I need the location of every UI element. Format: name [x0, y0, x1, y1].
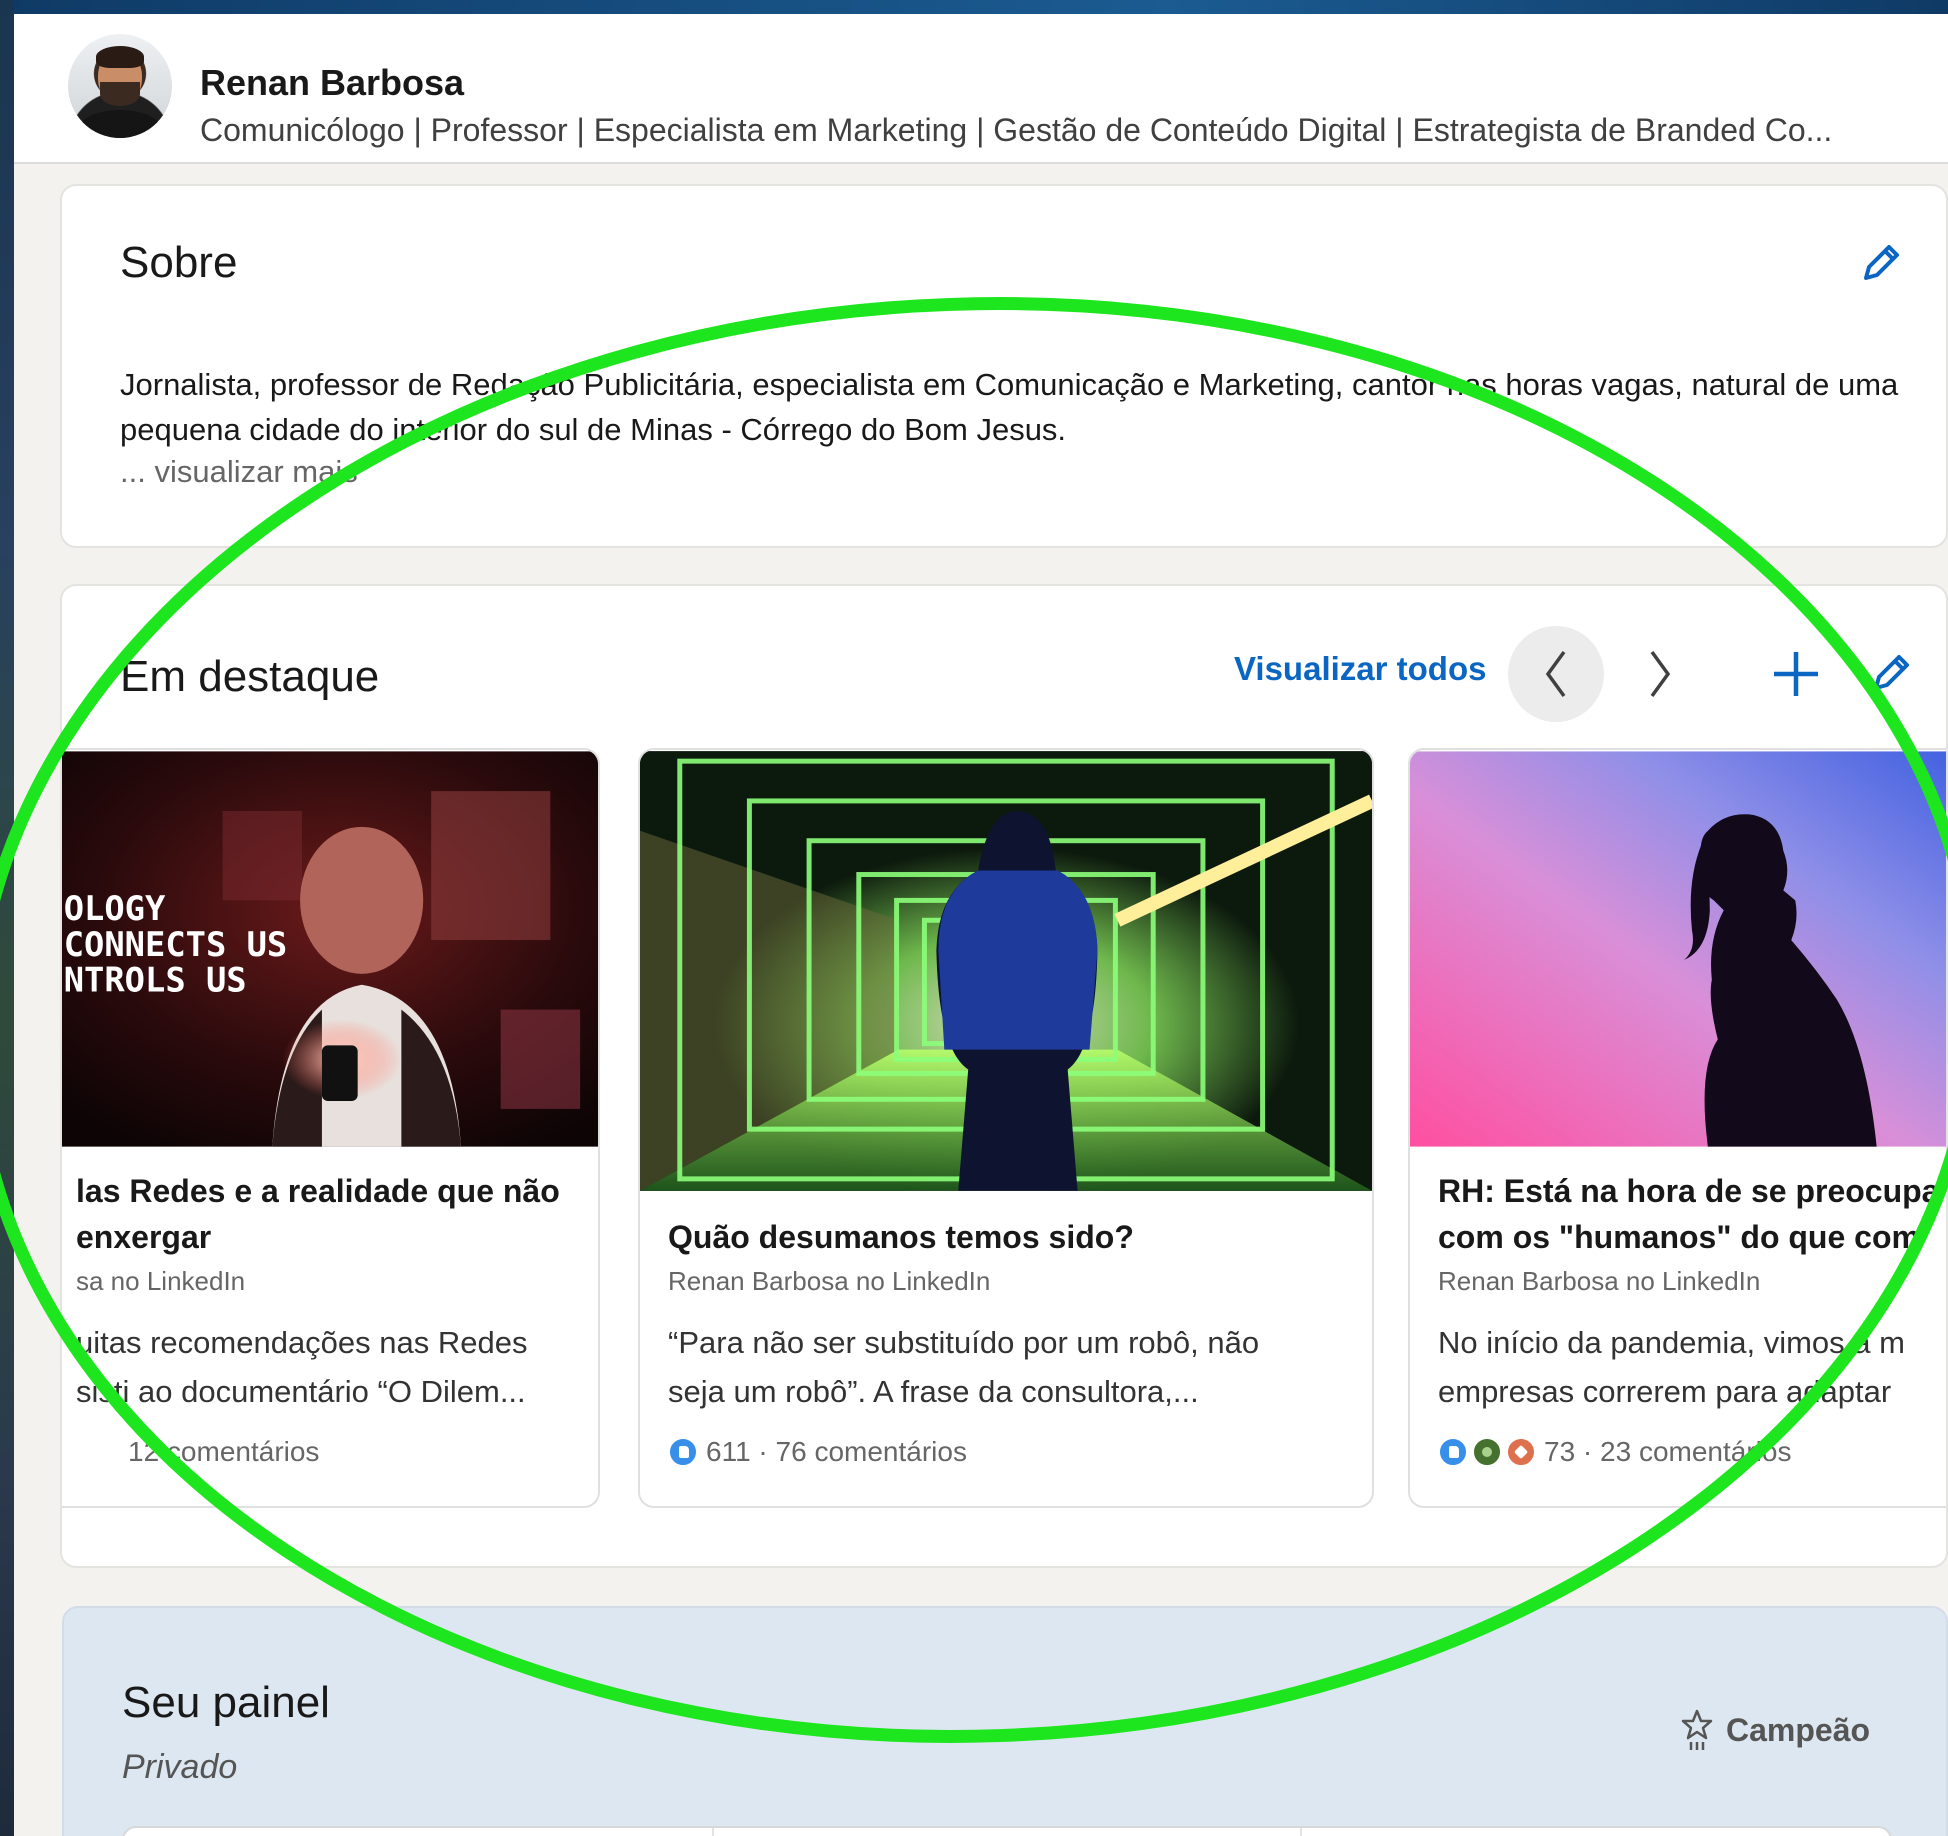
featured-item-stats[interactable]: 12 comentários	[128, 1436, 319, 1468]
dashboard-section: Seu painel Privado Campeão	[62, 1606, 1948, 1836]
carousel-prev-button[interactable]	[1508, 626, 1604, 722]
add-featured-button[interactable]	[1764, 642, 1828, 706]
thumb-text-3: NTROLS US	[64, 961, 247, 1000]
chevron-right-icon	[1650, 650, 1671, 698]
about-section: Sobre Jornalista, professor de Redação P…	[60, 184, 1948, 548]
featured-item-title: Quão desumanos temos sido?	[668, 1219, 1134, 1255]
thumb-text-1: OLOGY	[64, 889, 166, 928]
featured-item-description: seja um robô”. A frase da consultora,...	[668, 1374, 1199, 1409]
plus-icon	[1774, 652, 1818, 696]
featured-item-source: Renan Barbosa no LinkedIn	[668, 1266, 991, 1296]
thumb-text-2: CONNECTS US	[64, 925, 288, 964]
featured-item[interactable]: RH: Está na hora de se preocupa com os "…	[1408, 748, 1946, 1508]
featured-section: Em destaque Visualizar todos OLOGY CONNE…	[60, 584, 1948, 1568]
love-reaction-icon	[1506, 1437, 1536, 1467]
featured-item-stats[interactable]: 73 · 23 comentários	[1438, 1436, 1791, 1468]
featured-item-description: sisti ao documentário “O Dilem...	[76, 1374, 526, 1409]
edit-featured-button[interactable]	[1858, 642, 1922, 706]
featured-item-source: Renan Barbosa no LinkedIn	[1438, 1266, 1761, 1296]
featured-thumbnail: OLOGY CONNECTS US NTROLS US	[62, 751, 598, 1147]
featured-item[interactable]: Quão desumanos temos sido? Renan Barbosa…	[638, 748, 1374, 1508]
reaction-and-comment-count: 611 · 76 comentários	[706, 1436, 967, 1467]
pencil-icon	[1874, 655, 1909, 690]
featured-item-description: empresas correrem para adaptar	[1438, 1374, 1892, 1409]
window-left-edge	[0, 0, 14, 1836]
dashboard-title: Seu painel	[122, 1678, 330, 1727]
featured-item-title: com os "humanos" do que com	[1438, 1219, 1920, 1255]
featured-item-source: sa no LinkedIn	[76, 1266, 246, 1296]
like-reaction-icon	[1438, 1437, 1468, 1467]
featured-item-title: las Redes e a realidade que não	[76, 1173, 560, 1209]
about-title: Sobre	[120, 238, 238, 287]
dashboard-level-badge: Campeão	[1680, 1708, 1870, 1752]
featured-item-description: “Para não ser substituído por um robô, n…	[668, 1325, 1260, 1360]
carousel-next-button[interactable]	[1612, 626, 1708, 722]
featured-item-stats[interactable]: 611 · 76 comentários	[668, 1436, 967, 1468]
dashboard-stats-panel	[122, 1826, 1892, 1836]
featured-item-description: No início da pandemia, vimos a m	[1438, 1325, 1905, 1360]
featured-thumbnail	[640, 751, 1372, 1191]
see-more-link[interactable]: ... visualizar mais	[120, 454, 358, 490]
profile-headline: Comunicólogo | Professor | Especialista …	[200, 112, 1833, 148]
comment-count: 12 comentários	[128, 1436, 320, 1467]
avatar[interactable]	[68, 34, 172, 138]
chevron-left-icon	[1545, 650, 1566, 698]
featured-thumbnail	[1410, 751, 1946, 1147]
featured-item-title: RH: Está na hora de se preocupa	[1438, 1173, 1940, 1209]
star-icon	[1681, 1709, 1713, 1750]
view-all-link[interactable]: Visualizar todos	[1234, 650, 1486, 688]
edit-about-button[interactable]	[1848, 232, 1912, 296]
dashboard-level-label: Campeão	[1726, 1711, 1871, 1748]
featured-item-description: uitas recomendações nas Redes	[76, 1325, 528, 1360]
profile-name[interactable]: Renan Barbosa	[200, 62, 464, 104]
like-reaction-icon	[668, 1437, 698, 1467]
window-top-edge	[0, 0, 1948, 14]
featured-title: Em destaque	[120, 652, 380, 701]
featured-item-title: enxergar	[76, 1219, 212, 1255]
reaction-and-comment-count: 73 · 23 comentários	[1544, 1436, 1792, 1467]
dashboard-private-label: Privado	[122, 1748, 238, 1786]
about-text: Jornalista, professor de Redação Publici…	[120, 367, 1899, 447]
profile-sticky-header: Renan Barbosa Comunicólogo | Professor |…	[14, 14, 1948, 164]
featured-item[interactable]: OLOGY CONNECTS US NTROLS US las Redes e …	[62, 748, 600, 1508]
celebrate-reaction-icon	[1472, 1437, 1502, 1467]
pencil-icon	[1864, 245, 1899, 280]
